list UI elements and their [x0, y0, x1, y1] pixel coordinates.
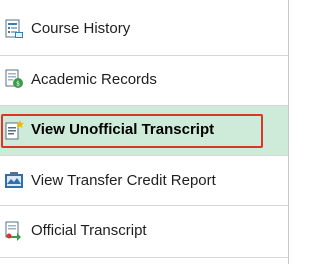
sidebar-item-view-unofficial-transcript[interactable]: View Unofficial Transcript — [0, 106, 288, 156]
transfer-credit-report-icon — [4, 171, 24, 191]
academic-records-icon: $ — [4, 69, 24, 89]
sidebar-item-view-transfer-credit-report[interactable]: View Transfer Credit Report — [0, 156, 288, 206]
course-history-icon — [4, 19, 24, 39]
svg-text:$: $ — [16, 81, 20, 88]
sidebar-item-label: Academic Records — [31, 71, 157, 88]
sidebar-item-label: Course History — [31, 20, 131, 37]
sidebar-item-label: Official Transcript — [31, 222, 147, 239]
official-transcript-icon — [4, 221, 24, 241]
unofficial-transcript-icon — [4, 120, 24, 140]
sidebar-item-label: View Transfer Credit Report — [31, 172, 216, 189]
sidebar-item-official-transcript[interactable]: Official Transcript — [0, 206, 288, 258]
sidebar-item-label: View Unofficial Transcript — [31, 121, 215, 138]
sidebar-item-academic-records[interactable]: $ Academic Records — [0, 56, 288, 106]
sidebar-nav: Course History $ Academic Records View U… — [0, 0, 292, 264]
sidebar-item-course-history[interactable]: Course History — [0, 0, 288, 56]
